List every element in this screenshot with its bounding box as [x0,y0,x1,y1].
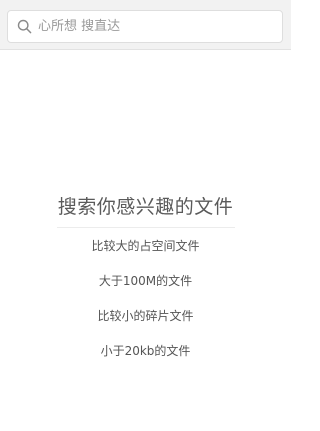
title-divider [57,227,235,228]
search-icon [16,19,32,35]
page: 搜索你感兴趣的文件 比较大的占空间文件 大于100M的文件 比较小的碎片文件 小… [0,0,291,431]
suggestion-over-100m[interactable]: 大于100M的文件 [0,269,291,304]
suggestion-under-20kb[interactable]: 小于20kb的文件 [0,339,291,374]
search-box[interactable] [7,10,283,43]
top-bar [0,0,291,50]
page-title: 搜索你感兴趣的文件 [57,196,234,218]
search-input[interactable] [38,14,282,39]
suggestion-large-files[interactable]: 比较大的占空间文件 [0,234,291,269]
suggestion-small-fragments[interactable]: 比较小的碎片文件 [0,304,291,339]
suggestion-list: 比较大的占空间文件 大于100M的文件 比较小的碎片文件 小于20kb的文件 [0,234,291,374]
